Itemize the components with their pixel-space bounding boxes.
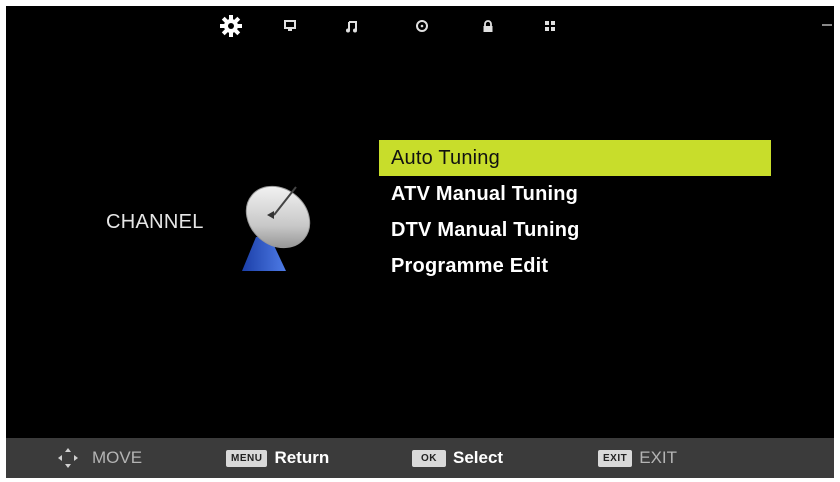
channel-menu: Auto Tuning ATV Manual Tuning DTV Manual…	[379, 140, 771, 284]
footer-hint-bar: MOVE MENU Return OK Select EXIT EXIT	[6, 438, 834, 478]
exit-key: EXIT	[598, 449, 633, 467]
clock-icon[interactable]	[408, 14, 436, 38]
music-note-icon[interactable]	[338, 14, 366, 38]
hint-return: MENU Return	[226, 438, 329, 478]
ok-key: OK	[412, 449, 446, 467]
satellite-dish-icon	[234, 171, 324, 280]
monitor-icon[interactable]	[276, 14, 304, 38]
hint-move: MOVE	[56, 438, 142, 478]
hint-select: OK Select	[412, 438, 503, 478]
grid-icon[interactable]	[536, 14, 564, 38]
tv-osd-screen: CHANNEL Auto Tuning ATV Manual Tuning DT…	[6, 6, 834, 478]
menu-item-programme-edit[interactable]: Programme Edit	[379, 248, 771, 284]
top-tab-bar	[6, 6, 834, 46]
hint-exit: EXIT EXIT	[598, 438, 677, 478]
gear-icon[interactable]	[217, 14, 245, 38]
menu-key: MENU	[226, 449, 268, 467]
menu-item-dtv-manual-tuning[interactable]: DTV Manual Tuning	[379, 212, 771, 248]
menu-item-auto-tuning[interactable]: Auto Tuning	[379, 140, 771, 176]
section-title: CHANNEL	[106, 211, 204, 233]
hint-select-label: Select	[453, 448, 504, 467]
hint-exit-label: EXIT	[639, 448, 678, 467]
hint-move-label: MOVE	[92, 448, 143, 467]
divider	[822, 24, 832, 26]
direction-pad-icon	[56, 446, 80, 470]
lock-icon[interactable]	[474, 14, 502, 38]
menu-item-atv-manual-tuning[interactable]: ATV Manual Tuning	[379, 176, 771, 212]
hint-return-label: Return	[274, 448, 330, 467]
